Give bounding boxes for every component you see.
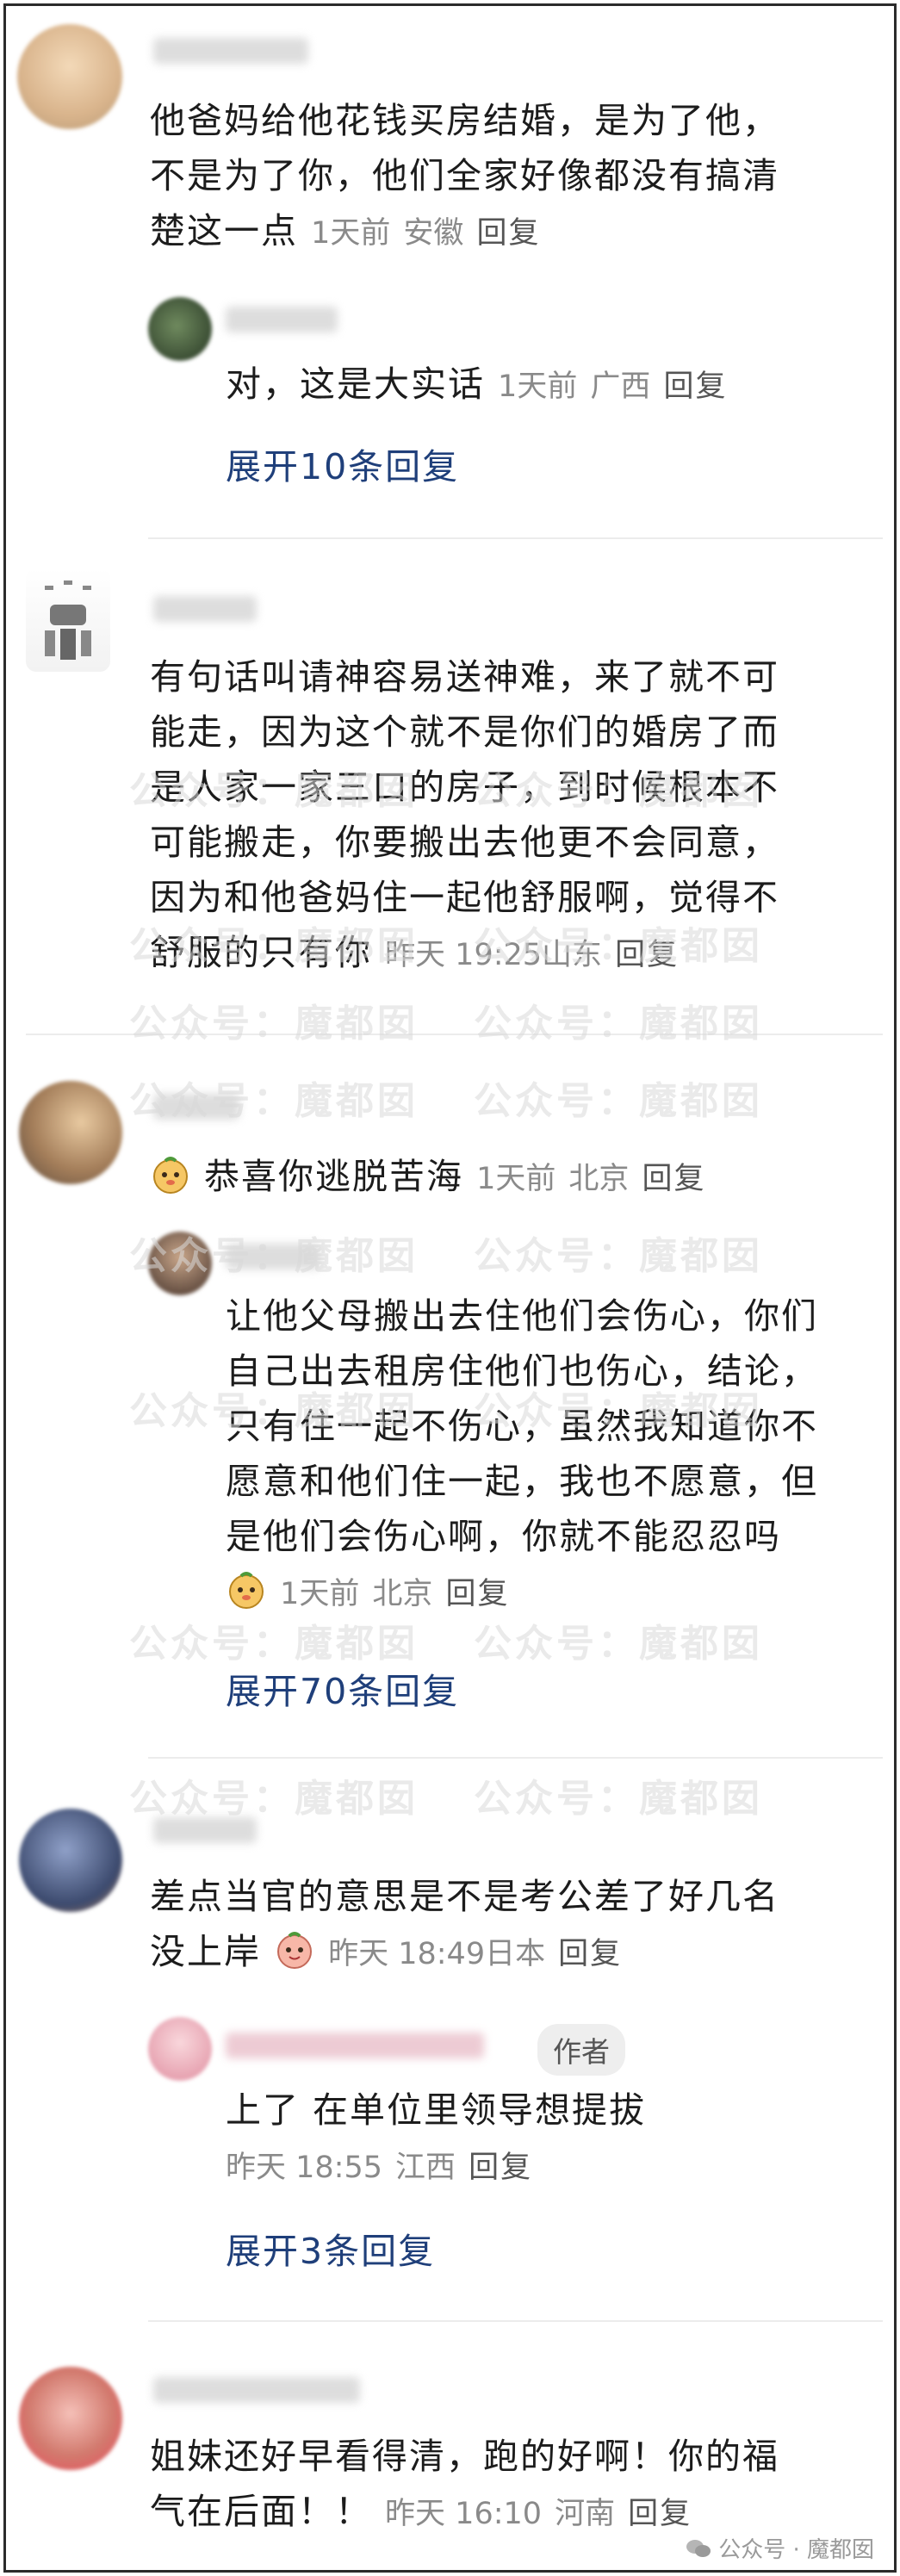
reply-time: 1天前 xyxy=(280,1577,360,1611)
watermark: 公众号：魔都囡 xyxy=(129,1777,419,1821)
reply-button[interactable]: 回复 xyxy=(628,2497,692,2531)
username[interactable] xyxy=(226,2033,484,2058)
comment-text: 有句话叫请神容易送神难，来了就不可 能走，因为这个就不是你们的婚房了而 是人家一… xyxy=(150,656,779,973)
watermark: 公众号：魔都囡 xyxy=(474,1234,763,1278)
reply-location: 广西 xyxy=(590,369,651,404)
username[interactable] xyxy=(153,1094,239,1120)
avatar[interactable] xyxy=(148,297,212,361)
reply-time: 1天前 xyxy=(498,369,578,404)
expand-replies-button[interactable]: 展开3条回复 xyxy=(226,2222,435,2274)
comment-time: 1天前 xyxy=(476,1162,556,1196)
comment-time: 1天前 xyxy=(311,216,391,251)
username[interactable] xyxy=(153,2377,360,2403)
reply-text: 让他父母搬出去住他们会伤心，你们 自己出去租房住他们也伤心，结论， 只有住一起不… xyxy=(226,1295,818,1611)
reply-button[interactable]: 回复 xyxy=(476,216,540,251)
reply-text: 上了 在单位里领导想提拔 昨天 18:55 江西 回复 xyxy=(226,2089,647,2185)
comment-location: 北京 xyxy=(568,1162,630,1196)
reply-button[interactable]: 回复 xyxy=(558,1937,622,1971)
avatar[interactable] xyxy=(19,2367,122,2470)
comment-location: 安徽 xyxy=(403,216,464,251)
avatar[interactable] xyxy=(17,24,122,129)
reply-text: 对，这是大实话 1天前 广西 回复 xyxy=(226,363,728,405)
author-badge: 作者 xyxy=(537,2024,625,2076)
comment-location: 日本 xyxy=(485,1937,546,1971)
divider xyxy=(148,537,883,539)
divider xyxy=(26,1034,883,1035)
reply-location: 北京 xyxy=(372,1577,433,1611)
reply-button[interactable]: 回复 xyxy=(469,2151,532,2185)
reply-button[interactable]: 回复 xyxy=(663,369,727,404)
comment-text: 差点当官的意思是不是考公差了好几名 没上岸 昨天 18:49日本 回复 xyxy=(150,1876,779,1972)
emoji-icon xyxy=(153,1157,188,1194)
comment-location: 山东 xyxy=(542,938,603,972)
comment-text: 姐妹还好早看得清，跑的好啊！你的福 气在后面！！ 昨天 16:10 河南 回复 xyxy=(150,2436,779,2532)
username[interactable] xyxy=(226,307,338,332)
username[interactable] xyxy=(153,38,308,64)
comments-page: 他爸妈给他花钱买房结婚，是为了他， 不是为了你，他们全家好像都没有搞清 楚这一点… xyxy=(0,0,900,2576)
reply-time: 昨天 18:55 xyxy=(226,2151,382,2185)
avatar[interactable] xyxy=(19,1081,122,1184)
comment-time: 昨天 19:25 xyxy=(385,938,543,972)
avatar[interactable] xyxy=(148,2017,212,2081)
footer-watermark: 公众号 · 魔都囡 xyxy=(686,2532,874,2564)
watermark: 公众号：魔都囡 xyxy=(474,1777,763,1821)
expand-replies-button[interactable]: 展开10条回复 xyxy=(226,438,459,489)
watermark: 公众号：魔都囡 xyxy=(474,1002,763,1046)
figure-icon xyxy=(45,580,91,660)
divider xyxy=(148,2320,883,2322)
avatar[interactable] xyxy=(26,568,110,672)
avatar[interactable] xyxy=(148,1232,212,1295)
reply-button[interactable]: 回复 xyxy=(642,1162,705,1196)
reply-button[interactable]: 回复 xyxy=(445,1577,509,1611)
reply-location: 江西 xyxy=(395,2151,456,2185)
comment-time: 昨天 18:49 xyxy=(328,1937,486,1971)
watermark: 公众号：魔都囡 xyxy=(474,1079,763,1123)
emoji-icon xyxy=(229,1572,264,1609)
emoji-icon xyxy=(277,1932,313,1969)
reply-button[interactable]: 回复 xyxy=(615,938,679,972)
comment-text: 他爸妈给他花钱买房结婚，是为了他， 不是为了你，他们全家好像都没有搞清 楚这一点… xyxy=(150,100,779,251)
avatar[interactable] xyxy=(19,1809,122,1912)
watermark: 公众号：魔都囡 xyxy=(129,1002,419,1046)
comment-time: 昨天 16:10 xyxy=(385,2497,543,2531)
username[interactable] xyxy=(153,1817,257,1843)
comment-text: 恭喜你逃脱苦海 1天前 北京 回复 xyxy=(150,1149,882,1207)
expand-replies-button[interactable]: 展开70条回复 xyxy=(226,1662,459,1714)
wechat-icon xyxy=(686,2539,711,2557)
divider xyxy=(148,1757,883,1759)
comment-location: 河南 xyxy=(555,2497,616,2531)
username[interactable] xyxy=(226,1244,320,1269)
username[interactable] xyxy=(153,596,257,622)
